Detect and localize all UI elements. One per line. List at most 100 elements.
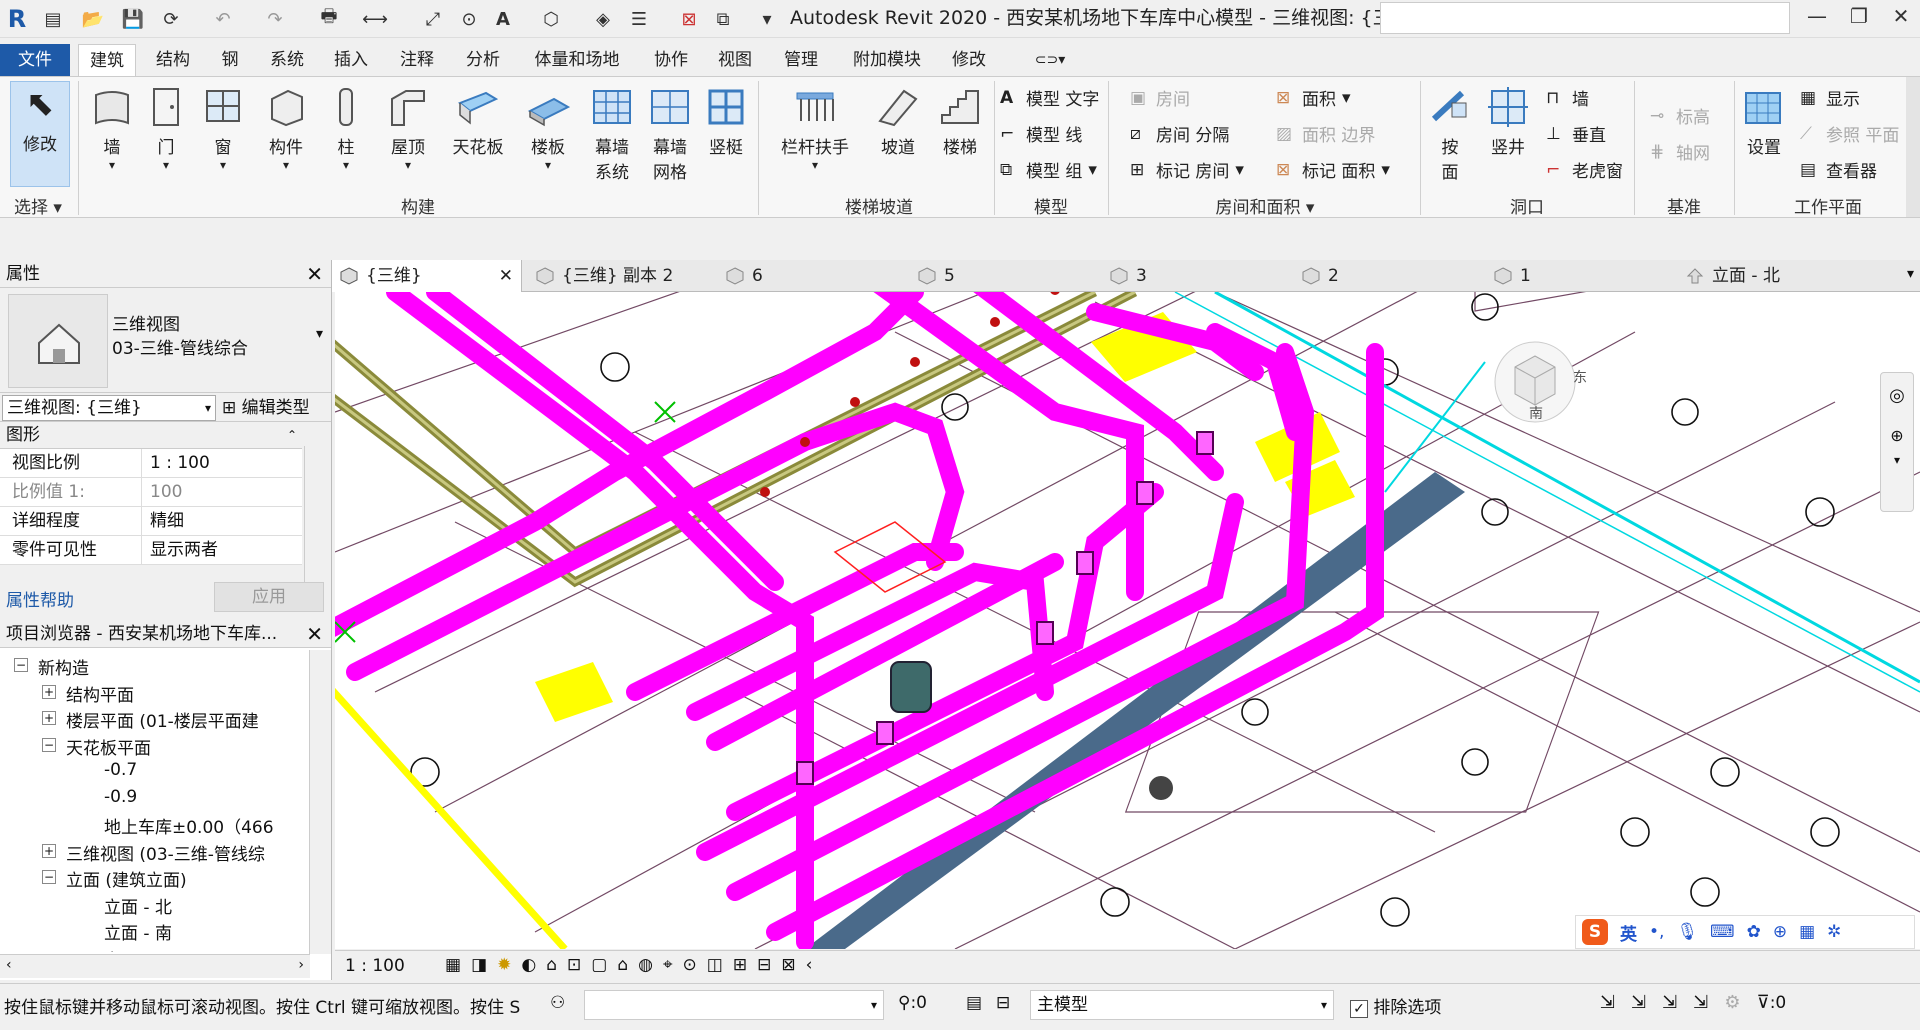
show-crop-icon[interactable]: ▢ xyxy=(591,955,607,975)
properties-help-link[interactable]: 属性帮助 xyxy=(6,586,74,611)
exclude-options-checkbox[interactable]: ✓ 排除选项 xyxy=(1350,993,1441,1018)
tab-systems[interactable]: 系统 xyxy=(262,44,312,76)
temp-properties-icon[interactable]: ⊟ xyxy=(757,955,771,975)
table-row[interactable]: 比例值 1: 100 xyxy=(0,478,302,507)
dormer-button[interactable]: ⌐ 老虎窗 xyxy=(1546,157,1623,183)
vertical-opening-button[interactable]: ⊥ 垂直 xyxy=(1546,121,1606,147)
by-face-button[interactable]: 按面 xyxy=(1424,85,1476,183)
scroll-left-icon[interactable]: ‹ xyxy=(806,955,813,975)
area-boundary-button[interactable]: ▨ 面积 边界 xyxy=(1276,121,1375,147)
select-underlay-icon[interactable]: ⇲ xyxy=(1631,992,1646,1013)
collapse-icon[interactable]: − xyxy=(42,737,56,752)
tag-icon[interactable]: ⊙ xyxy=(456,6,482,32)
tree-item[interactable]: 结构平面 xyxy=(66,681,134,706)
tab-analyze[interactable]: 分析 xyxy=(458,44,508,76)
curtain-system-button[interactable]: 幕墙 系统 xyxy=(584,85,640,183)
tab-modify[interactable]: 修改 xyxy=(944,44,994,76)
3d-view-icon[interactable]: ⬡ xyxy=(538,6,564,32)
3d-viewport[interactable]: 东 南 ◎ ⊕ ▾ xyxy=(335,292,1920,949)
tree-item[interactable]: 天花板平面 xyxy=(66,734,151,759)
collapse-icon[interactable]: − xyxy=(42,870,56,884)
room-separator-button[interactable]: ⧄ 房间 分隔 xyxy=(1130,121,1229,147)
tab-steel[interactable]: 钢 xyxy=(210,44,250,76)
section-icon[interactable]: ◈ xyxy=(590,6,616,32)
ceiling-button[interactable]: 天花板 xyxy=(446,85,510,158)
viewport-scrollbar[interactable] xyxy=(1906,292,1920,949)
tree-item[interactable]: -0.9 xyxy=(104,787,137,807)
tree-item[interactable]: 立面 - 北 xyxy=(104,893,172,918)
customize-icon[interactable]: ▾ xyxy=(754,6,780,32)
tree-item[interactable]: 楼层平面 (01-楼层平面建 xyxy=(66,707,259,732)
tab-annotate[interactable]: 注释 xyxy=(392,44,442,76)
close-icon[interactable]: ✕ xyxy=(306,620,323,648)
select-dropdown[interactable]: 选择 ▾ xyxy=(0,193,76,218)
home-icon[interactable]: ▤ xyxy=(40,6,66,32)
table-row[interactable]: 视图比例 1 : 100 xyxy=(0,449,302,478)
mullion-button[interactable]: 竖梃 xyxy=(700,85,752,158)
expand-icon[interactable]: + xyxy=(42,843,56,858)
tree-item[interactable]: 三维视图 (03-三维-管线综 xyxy=(66,840,265,865)
lock-3d-icon[interactable]: ⌂ xyxy=(617,955,628,975)
tag-room-button[interactable]: ⊞ 标记 房间 ▾ xyxy=(1130,157,1244,183)
level-button[interactable]: ⊸ 标高 xyxy=(1650,103,1710,129)
microphone-icon[interactable]: 🎙 xyxy=(1676,922,1698,942)
model-group-button[interactable]: ⧉ 模型 组 ▾ xyxy=(1000,157,1097,183)
view-tab-elevation-north[interactable]: 立面 - 北 xyxy=(1678,260,1878,292)
tag-area-button[interactable]: ⊠ 标记 面积 ▾ xyxy=(1276,157,1390,183)
tree-item[interactable]: 立面 (建筑立面) xyxy=(66,866,187,891)
view-tab-3d-copy2[interactable]: {三维} 副本 2 xyxy=(528,260,718,292)
skin-icon[interactable]: ✿ xyxy=(1747,922,1761,942)
modify-button[interactable]: ⬉ 修改 xyxy=(10,81,70,187)
redo-icon[interactable]: ↷ xyxy=(262,6,288,32)
expand-icon[interactable]: + xyxy=(42,711,56,725)
type-selector[interactable]: 三维视图 03-三维-管线综合 ▾ xyxy=(0,288,331,392)
wall-opening-button[interactable]: ⊓ 墙 xyxy=(1546,85,1589,111)
design-options-icon[interactable]: ▤ xyxy=(966,993,982,1013)
ribbon-toggle-icon[interactable]: ⊂⊃▾ xyxy=(1030,44,1070,76)
viewer-button[interactable]: ▤ 查看器 xyxy=(1800,157,1877,183)
revit-logo-icon[interactable]: R xyxy=(4,5,30,33)
select-pinned-icon[interactable]: ⇲ xyxy=(1662,992,1677,1013)
door-button[interactable]: 门 ▾ xyxy=(142,85,190,172)
curtain-grid-button[interactable]: 幕墙 网格 xyxy=(642,85,698,183)
tree-item[interactable]: -0.7 xyxy=(104,760,137,780)
temp-hide-icon[interactable]: ◍ xyxy=(638,955,653,975)
worksharing-icon[interactable]: ⊙ xyxy=(683,955,697,975)
save-icon[interactable]: 💾 xyxy=(120,6,146,32)
sun-path-icon[interactable]: ✹ xyxy=(497,955,511,975)
model-dropdown[interactable]: 主模型 ▾ xyxy=(1030,990,1334,1020)
undo-icon[interactable]: ↶ xyxy=(210,6,236,32)
chevron-down-icon[interactable]: ▾ xyxy=(316,326,323,342)
close-icon[interactable]: ✕ xyxy=(306,260,323,288)
ref-plane-button[interactable]: ⟋ 参照 平面 xyxy=(1800,121,1899,147)
render-icon[interactable]: ⌂ xyxy=(546,955,557,975)
stair-button[interactable]: 楼梯 xyxy=(932,85,988,158)
properties-scrollbar[interactable] xyxy=(304,446,324,590)
select-by-face-icon[interactable]: ⇲ xyxy=(1693,992,1708,1013)
collapse-icon[interactable]: − xyxy=(14,658,28,672)
tree-item[interactable]: 地上车库±0.00（466 xyxy=(104,813,274,838)
view-tab-5[interactable]: 5 xyxy=(910,260,1100,292)
search-input[interactable] xyxy=(1380,2,1790,34)
tab-collaborate[interactable]: 协作 xyxy=(646,44,696,76)
expand-icon[interactable]: + xyxy=(42,684,56,699)
browser-hscrollbar[interactable]: ‹ › xyxy=(0,954,310,978)
sync-icon[interactable]: ⟳ xyxy=(158,6,184,32)
show-workplane-button[interactable]: ▦ 显示 xyxy=(1800,85,1860,111)
reveal-hidden-icon[interactable]: ⌖ xyxy=(663,955,673,975)
visual-style-icon[interactable]: ◨ xyxy=(471,955,487,975)
component-button[interactable]: 构件 ▾ xyxy=(258,85,314,172)
constraints-icon[interactable]: ⊠ xyxy=(781,955,795,975)
railing-button[interactable]: 栏杆扶手 ▾ xyxy=(772,85,858,172)
ramp-button[interactable]: 坡道 xyxy=(870,85,926,158)
tab-structure[interactable]: 结构 xyxy=(148,44,198,76)
settings-icon[interactable]: ✲ xyxy=(1827,922,1841,942)
model-text-button[interactable]: A 模型 文字 xyxy=(1000,85,1099,111)
window-button[interactable]: 窗 ▾ xyxy=(198,85,248,172)
browser-scrollbar[interactable] xyxy=(309,650,331,954)
text-icon[interactable]: A xyxy=(490,6,516,32)
tree-item[interactable]: 新构造 xyxy=(38,654,89,679)
gamepad-icon[interactable]: ⊕ xyxy=(1773,922,1787,942)
view-tab-2[interactable]: 2 xyxy=(1294,260,1484,292)
tree-item[interactable]: 立面 - 南 xyxy=(104,919,172,944)
